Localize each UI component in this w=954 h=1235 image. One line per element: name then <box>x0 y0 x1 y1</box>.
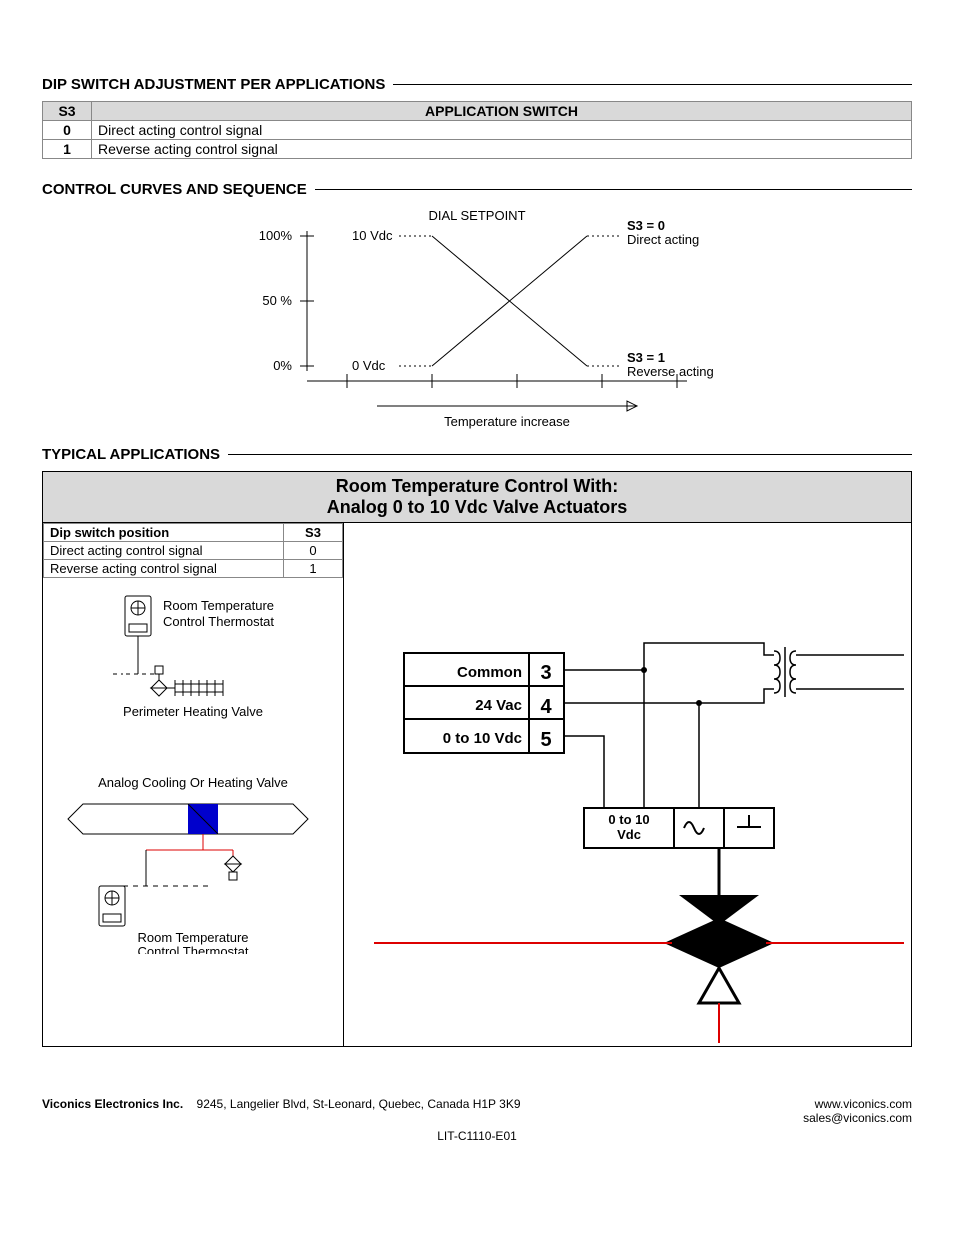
act-label-l1: 0 to 10 <box>608 812 649 827</box>
valve-icon <box>664 848 774 1003</box>
footer-address: 9245, Langelier Blvd, St-Leonard, Quebec… <box>197 1097 521 1111</box>
table-row: 1 Reverse acting control signal <box>43 140 912 159</box>
mini-hdr-s3: S3 <box>284 524 343 542</box>
heading-typical-text: TYPICAL APPLICATIONS <box>42 446 220 463</box>
dip-row1-s3: 1 <box>43 140 92 159</box>
footer-left: Viconics Electronics Inc. 9245, Langelie… <box>42 1097 521 1125</box>
application-right-column: Common 24 Vac 0 to 10 Vdc 3 4 5 <box>344 523 911 1046</box>
footer-company: Viconics Electronics Inc. <box>42 1097 183 1111</box>
analog-valve-diagram: Room Temperature Control Thermostat <box>63 794 323 954</box>
term-5: 5 <box>540 729 551 751</box>
s3-1-l2: Reverse acting <box>627 364 714 379</box>
s3-1-l1: S3 = 1 <box>627 350 665 365</box>
app-title-l1: Room Temperature Control With: <box>43 476 911 497</box>
term-010vdc: 0 to 10 Vdc <box>443 730 522 747</box>
footer-lit: LIT-C1110-E01 <box>42 1129 912 1143</box>
heading-typical: TYPICAL APPLICATIONS <box>42 446 912 463</box>
act-label-l2: Vdc <box>617 827 641 842</box>
mini-hdr-pos: Dip switch position <box>44 524 284 542</box>
dip-row0-desc: Direct acting control signal <box>92 121 912 140</box>
v-label-top: 10 Vdc <box>352 228 393 243</box>
table-row: Reverse acting control signal 1 <box>44 560 343 578</box>
footer-web: www.viconics.com <box>803 1097 912 1111</box>
page-footer: Viconics Electronics Inc. 9245, Langelie… <box>42 1097 912 1143</box>
term-24vac: 24 Vac <box>475 697 522 714</box>
heading-rule <box>228 454 912 455</box>
therm2-l2: Control Thermostat <box>137 944 248 954</box>
dip-col-s3: S3 <box>43 102 92 121</box>
heading-rule <box>393 84 912 85</box>
dip-col-app: APPLICATION SWITCH <box>92 102 912 121</box>
therm2-l1: Room Temperature <box>137 930 248 945</box>
term-4: 4 <box>540 696 552 718</box>
y-tick-100: 100% <box>259 228 293 243</box>
perimeter-heating-diagram: Room Temperature Control Thermostat Peri… <box>63 588 323 738</box>
mini-r1-s3: 1 <box>284 560 343 578</box>
therm-label-l1: Room Temperature <box>163 598 274 613</box>
footer-email: sales@viconics.com <box>803 1111 912 1125</box>
table-row: Direct acting control signal 0 <box>44 542 343 560</box>
dip-row1-desc: Reverse acting control signal <box>92 140 912 159</box>
heading-dip-text: DIP SWITCH ADJUSTMENT PER APPLICATIONS <box>42 76 385 93</box>
heading-rule <box>315 189 912 190</box>
y-tick-0: 0% <box>273 358 292 373</box>
y-tick-50: 50 % <box>262 293 292 308</box>
s3-0-l2: Direct acting <box>627 232 699 247</box>
x-label: Temperature increase <box>444 414 570 429</box>
v-label-bottom: 0 Vdc <box>352 358 386 373</box>
application-panel: Room Temperature Control With: Analog 0 … <box>42 471 912 1047</box>
chart-title: DIAL SETPOINT <box>428 208 525 223</box>
mini-r0-pos: Direct acting control signal <box>44 542 284 560</box>
application-title: Room Temperature Control With: Analog 0 … <box>43 472 911 523</box>
table-row: 0 Direct acting control signal <box>43 121 912 140</box>
term-common: Common <box>457 664 522 681</box>
application-left-column: Dip switch position S3 Direct acting con… <box>43 523 344 1046</box>
app-title-l2: Analog 0 to 10 Vdc Valve Actuators <box>43 497 911 518</box>
analog-valve-label: Analog Cooling Or Heating Valve <box>49 775 337 790</box>
dip-switch-table: S3 APPLICATION SWITCH 0 Direct acting co… <box>42 101 912 159</box>
mini-dip-table: Dip switch position S3 Direct acting con… <box>43 523 343 578</box>
dip-row0-s3: 0 <box>43 121 92 140</box>
heading-curves-text: CONTROL CURVES AND SEQUENCE <box>42 181 307 198</box>
heading-curves: CONTROL CURVES AND SEQUENCE <box>42 181 912 198</box>
s3-0-l1: S3 = 0 <box>627 218 665 233</box>
mini-r0-s3: 0 <box>284 542 343 560</box>
footer-right: www.viconics.com sales@viconics.com <box>803 1097 912 1125</box>
term-3: 3 <box>540 662 551 684</box>
therm-label-l2: Control Thermostat <box>163 614 274 629</box>
heading-dip: DIP SWITCH ADJUSTMENT PER APPLICATIONS <box>42 76 912 93</box>
control-curves-chart: DIAL SETPOINT 100% 50 % 0% 10 Vdc 0 Vdc <box>42 206 912 436</box>
mini-r1-pos: Reverse acting control signal <box>44 560 284 578</box>
perimeter-label: Perimeter Heating Valve <box>123 704 263 719</box>
